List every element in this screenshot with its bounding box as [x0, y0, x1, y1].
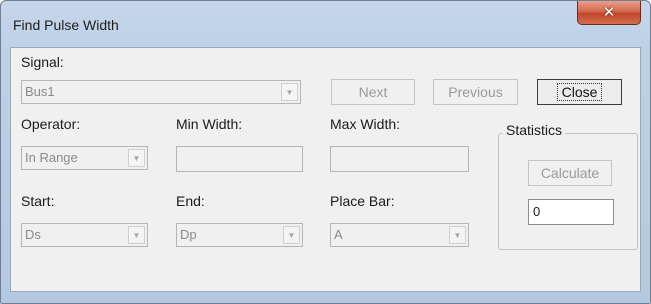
min-width-field[interactable] — [176, 146, 303, 172]
statistics-group — [498, 133, 638, 250]
signal-value: Bus1 — [25, 84, 55, 99]
place-bar-select[interactable]: A ▼ — [330, 223, 469, 247]
chevron-down-icon[interactable]: ▼ — [281, 83, 298, 101]
chevron-down-icon[interactable]: ▼ — [128, 149, 145, 167]
max-width-label: Max Width: — [330, 116, 401, 132]
end-label: End: — [176, 193, 205, 209]
window-title: Find Pulse Width — [13, 17, 119, 33]
min-width-label: Min Width: — [176, 116, 243, 132]
statistics-result-field[interactable]: 0 — [528, 199, 614, 225]
place-bar-value: A — [334, 227, 343, 242]
find-pulse-width-dialog: Find Pulse Width ✕ Signal: Bus1 ▼ Next P… — [0, 0, 651, 304]
next-button[interactable]: Next — [331, 79, 415, 105]
close-button-label: Close — [556, 83, 603, 101]
dialog-body: Signal: Bus1 ▼ Next Previous Close Opera… — [10, 47, 641, 292]
end-value: Dp — [180, 227, 197, 242]
start-label: Start: — [21, 193, 55, 209]
max-width-field[interactable] — [330, 146, 469, 172]
calculate-button[interactable]: Calculate — [528, 160, 612, 186]
chevron-down-icon[interactable]: ▼ — [128, 226, 145, 244]
close-window-button[interactable]: ✕ — [577, 1, 641, 25]
start-value: Ds — [25, 227, 41, 242]
operator-select[interactable]: In Range ▼ — [21, 146, 148, 170]
start-select[interactable]: Ds ▼ — [21, 223, 148, 247]
end-select[interactable]: Dp ▼ — [176, 223, 303, 247]
signal-select[interactable]: Bus1 ▼ — [21, 80, 301, 104]
operator-value: In Range — [25, 150, 78, 165]
signal-label: Signal: — [21, 54, 64, 70]
title-bar[interactable]: Find Pulse Width ✕ — [1, 1, 650, 35]
previous-button[interactable]: Previous — [433, 79, 518, 105]
place-bar-label: Place Bar: — [330, 193, 395, 209]
close-button[interactable]: Close — [537, 79, 622, 105]
chevron-down-icon[interactable]: ▼ — [449, 226, 466, 244]
statistics-label: Statistics — [503, 122, 566, 138]
close-icon: ✕ — [602, 3, 616, 21]
chevron-down-icon[interactable]: ▼ — [283, 226, 300, 244]
operator-label: Operator: — [21, 116, 81, 132]
